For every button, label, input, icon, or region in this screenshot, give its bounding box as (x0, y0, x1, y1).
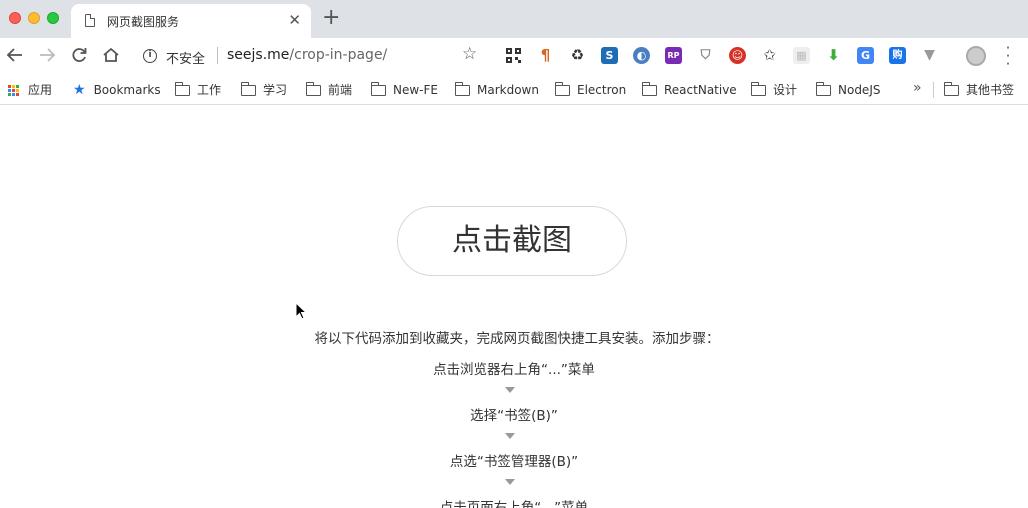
back-button[interactable] (4, 44, 26, 66)
bookmark-label: Markdown (477, 83, 539, 97)
security-label[interactable]: 不安全 (166, 48, 205, 67)
page-content: 点击截图 将以下代码添加到收藏夹，完成网页截图快捷工具安装。添加步骤： 点击浏览… (0, 106, 1028, 508)
grid-extension-icon[interactable]: ▦ (793, 47, 810, 64)
bookmark-label: New-FE (393, 83, 438, 97)
bookmark-apps[interactable]: 应用 (8, 81, 52, 99)
window-maximize-button[interactable] (47, 12, 59, 24)
crop-screenshot-button[interactable]: 点击截图 (397, 206, 627, 276)
bookmark-folder-design[interactable]: 设计 (750, 81, 798, 99)
recycle-extension-icon[interactable]: ♻ (569, 47, 586, 64)
download-extension-icon[interactable]: ⬇ (825, 47, 842, 64)
folder-icon (554, 81, 570, 96)
url-divider (217, 47, 218, 64)
folder-icon (454, 81, 470, 96)
reload-button[interactable] (68, 44, 90, 66)
bookmark-label: 其他书签 (966, 83, 1015, 97)
info-icon[interactable]: i (143, 49, 157, 63)
star-icon: ★ (73, 82, 86, 98)
santa-extension-icon[interactable]: ☺ (729, 47, 746, 64)
bookmark-label: 工作 (197, 83, 222, 97)
bookmark-label: NodeJS (838, 83, 881, 97)
step-1: 点击浏览器右上角“...”菜单 (433, 362, 595, 378)
step-arrow-down-icon (505, 387, 515, 393)
shopping-extension-icon[interactable]: 购 (889, 47, 906, 64)
apps-icon (8, 84, 19, 96)
vue-extension-icon[interactable]: ▼ (921, 47, 938, 64)
browser-tab[interactable]: 网页截图服务 ✕ (71, 4, 311, 38)
page-icon (85, 14, 95, 27)
reload-icon (72, 48, 87, 62)
window-close-button[interactable] (9, 12, 21, 24)
new-tab-button[interactable]: + (322, 7, 340, 29)
bookmark-label: Bookmarks (93, 83, 161, 97)
address-bar[interactable]: seejs.me/crop-in-page/ (227, 47, 387, 63)
bookmark-label: 应用 (28, 83, 53, 97)
bookmark-label: ReactNative (664, 83, 737, 97)
tab-close-icon[interactable]: ✕ (288, 11, 301, 29)
folder-icon (641, 81, 657, 96)
step-arrow-down-icon (505, 433, 515, 439)
gear-star-extension-icon[interactable]: ✩ (761, 47, 778, 64)
browser-toolbar: i 不安全 seejs.me/crop-in-page/ ☆ ¶ ♻ S ◐ R… (0, 38, 1028, 74)
bookmark-folder-new-fe[interactable]: New-FE (370, 81, 438, 99)
bookmarks-divider (933, 82, 934, 98)
bookmark-label: 学习 (263, 83, 288, 97)
rp-extension-icon[interactable]: RP (665, 47, 682, 64)
bookmark-folder-nodejs[interactable]: NodeJS (815, 81, 881, 99)
folder-icon (370, 81, 386, 96)
bookmark-label: Electron (577, 83, 627, 97)
bookmarks-bar: 应用 ★ Bookmarks 工作 学习 前端 New-FE Markdown … (0, 74, 1028, 105)
menu-icon[interactable]: · · · (1003, 41, 1013, 72)
pilcrow-extension-icon[interactable]: ¶ (537, 47, 554, 64)
forward-button[interactable] (36, 44, 58, 66)
url-path: /crop-in-page/ (289, 47, 388, 63)
step-4: 点击页面右上角“...”菜单 (439, 500, 589, 508)
bookmark-label: 前端 (328, 83, 353, 97)
qrcode-extension-icon[interactable] (505, 47, 522, 64)
step-2: 选择“书签(B)” (470, 408, 558, 424)
window-minimize-button[interactable] (28, 12, 40, 24)
url-host: seejs.me (227, 47, 290, 63)
s-extension-icon[interactable]: S (601, 47, 618, 64)
folder-icon (815, 81, 831, 96)
tab-strip: 网页截图服务 ✕ + (0, 0, 1028, 38)
folder-icon (305, 81, 321, 96)
folder-icon (750, 81, 766, 96)
more-bookmarks-chevron-icon[interactable]: » (913, 80, 922, 96)
folder-icon (943, 81, 959, 96)
bookmark-star-icon[interactable]: ☆ (462, 44, 477, 64)
bookmark-folder-frontend[interactable]: 前端 (305, 81, 353, 99)
install-instructions: 将以下代码添加到收藏夹，完成网页截图快捷工具安装。添加步骤： (314, 331, 720, 347)
bookmark-folder-electron[interactable]: Electron (554, 81, 627, 99)
profile-avatar[interactable] (966, 46, 986, 66)
forward-arrow-icon (40, 48, 56, 62)
folder-icon (240, 81, 256, 96)
home-button[interactable] (100, 44, 122, 66)
bookmark-folder-markdown[interactable]: Markdown (454, 81, 539, 99)
bookmark-folder-other[interactable]: 其他书签 (943, 81, 1015, 99)
step-arrow-down-icon (505, 479, 515, 485)
tab-title: 网页截图服务 (107, 15, 180, 29)
back-arrow-icon (6, 48, 22, 62)
bookmark-bookmarks[interactable]: ★ Bookmarks (73, 81, 161, 99)
bookmark-folder-reactnative[interactable]: ReactNative (641, 81, 737, 99)
translate-extension-icon[interactable]: G (857, 47, 874, 64)
bookmark-folder-work[interactable]: 工作 (174, 81, 222, 99)
home-icon (103, 47, 119, 62)
shield-extension-icon[interactable]: ⛉ (697, 47, 714, 64)
folder-icon (174, 81, 190, 96)
bookmark-label: 设计 (773, 83, 798, 97)
globe-extension-icon[interactable]: ◐ (633, 47, 650, 64)
bookmark-folder-study[interactable]: 学习 (240, 81, 288, 99)
step-3: 点选“书签管理器(B)” (449, 454, 579, 470)
